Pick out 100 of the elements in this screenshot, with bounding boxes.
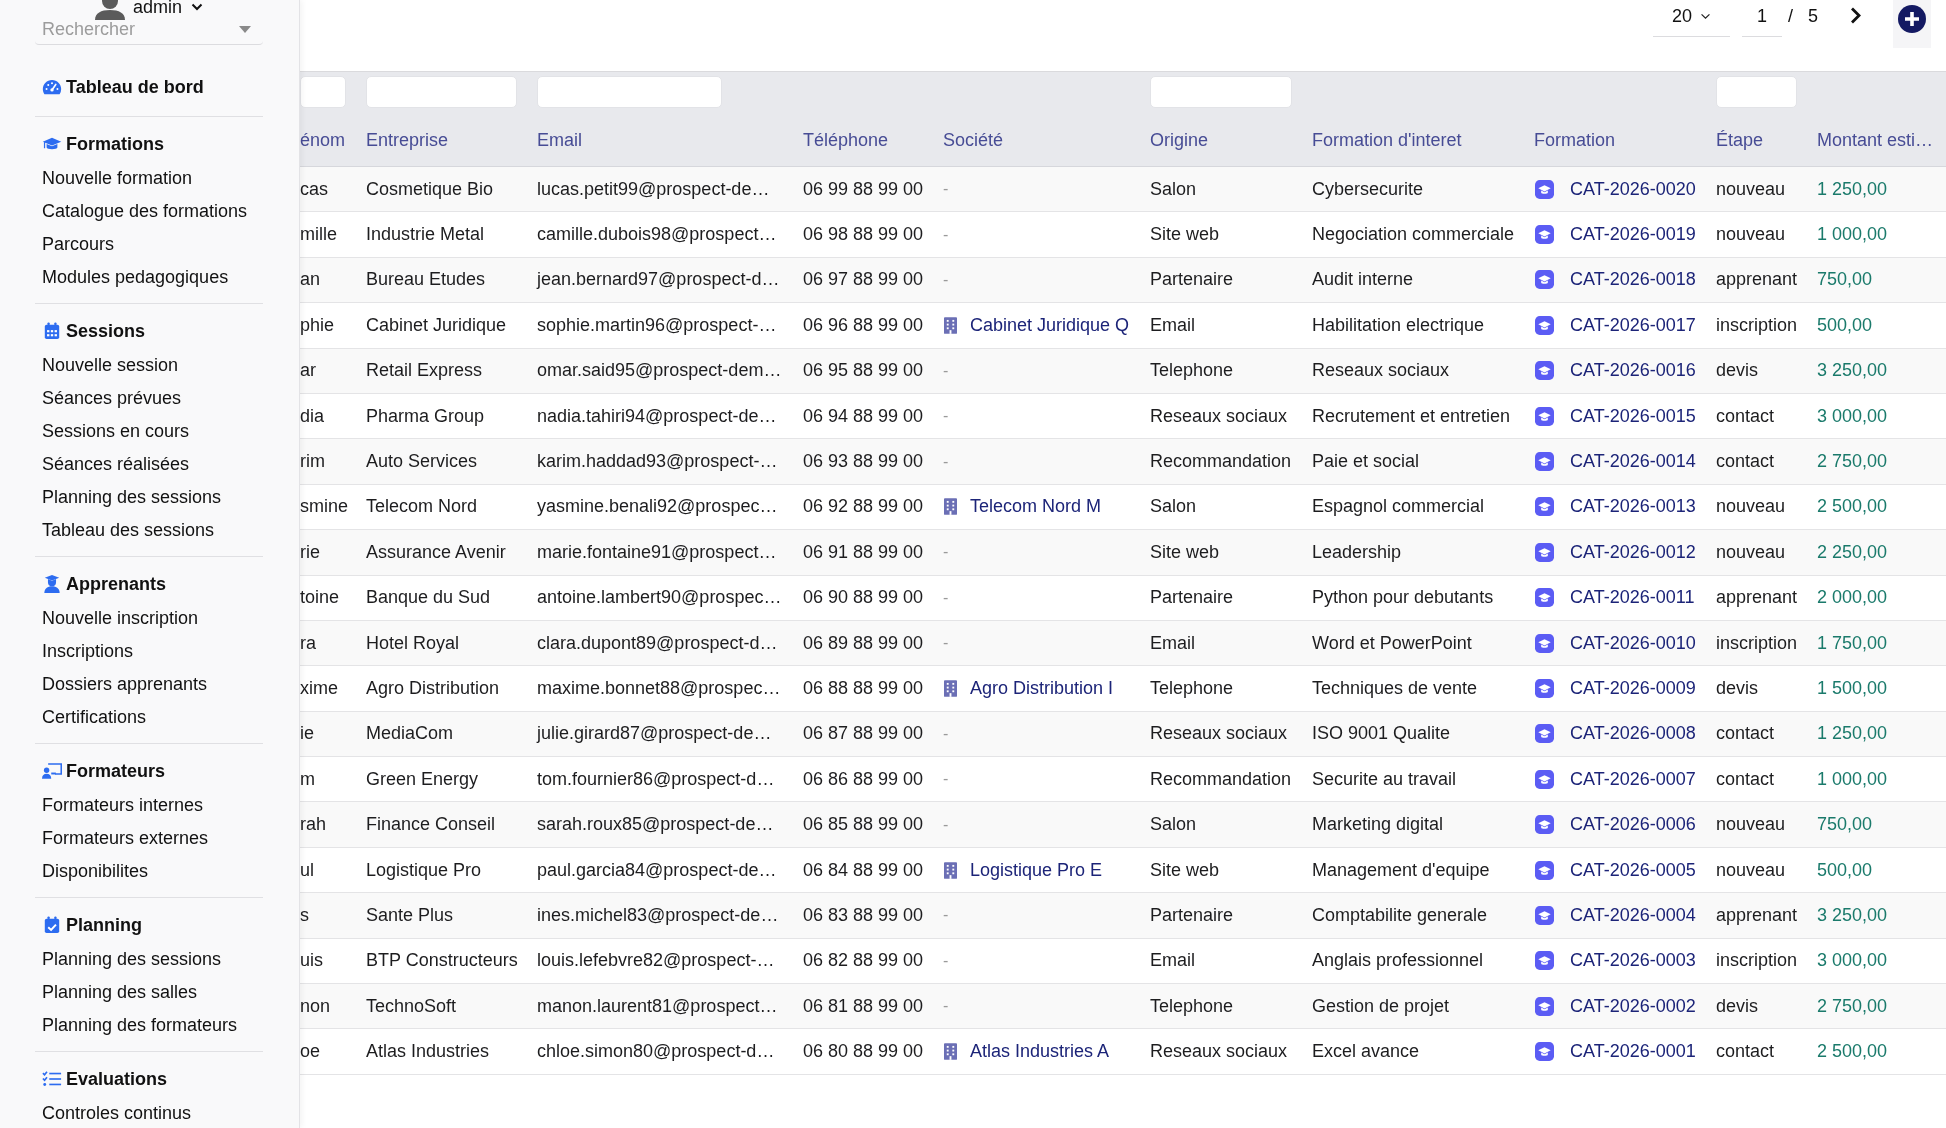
course-link[interactable]: CAT-2026-0015 xyxy=(1570,405,1696,427)
course-link[interactable]: CAT-2026-0003 xyxy=(1570,950,1696,972)
table-cell: Salon xyxy=(1150,814,1197,836)
sidebar-item[interactable]: Nouvelle inscription xyxy=(35,602,199,635)
course-link[interactable]: CAT-2026-0017 xyxy=(1570,314,1696,336)
company-link[interactable]: Telecom Nord M xyxy=(970,496,1102,518)
search-field[interactable]: Rechercher xyxy=(42,20,142,38)
table-cell: ie xyxy=(300,723,314,745)
section-title[interactable]: Planning xyxy=(66,914,142,936)
sidebar-item[interactable]: Sessions en cours xyxy=(35,415,190,448)
course-link[interactable]: CAT-2026-0012 xyxy=(1570,541,1696,563)
company-link[interactable]: Cabinet Juridique Q xyxy=(970,314,1130,336)
page-size-select[interactable]: 20 xyxy=(1652,0,1730,37)
sidebar-item[interactable]: Formateurs internes xyxy=(35,789,204,822)
course-link[interactable]: CAT-2026-0002 xyxy=(1570,995,1696,1017)
calendar-check-icon xyxy=(42,916,62,934)
table-cell: 06 91 88 99 00 xyxy=(803,541,924,563)
table-cell: 06 93 88 99 00 xyxy=(803,451,924,473)
filter-field[interactable] xyxy=(537,76,722,108)
column-header[interactable]: Origine xyxy=(1150,129,1209,151)
course-link[interactable]: CAT-2026-0018 xyxy=(1570,269,1696,291)
add-button[interactable] xyxy=(1893,0,1931,48)
sidebar-item[interactable]: Catalogue des formations xyxy=(35,195,248,228)
sidebar-item[interactable]: Planning des sessions xyxy=(35,943,222,976)
sidebar-item[interactable]: Controles continus xyxy=(35,1097,192,1128)
column-header[interactable]: Montant esti… xyxy=(1817,129,1934,151)
course-link[interactable]: CAT-2026-0016 xyxy=(1570,360,1696,382)
table-cell: Telephone xyxy=(1150,995,1234,1017)
table-cell: Pharma Group xyxy=(366,405,485,427)
table-cell: contact xyxy=(1716,768,1775,790)
table-cell: inscription xyxy=(1716,632,1798,654)
sidebar-item[interactable]: Planning des salles xyxy=(35,976,198,1009)
sidebar-item[interactable]: Planning des formateurs xyxy=(35,1009,238,1042)
sidebar-item[interactable]: Séances prévues xyxy=(35,382,182,415)
table-cell: 06 86 88 99 00 xyxy=(803,768,924,790)
table-cell: - xyxy=(943,407,949,426)
course-link[interactable]: CAT-2026-0009 xyxy=(1570,678,1696,699)
filter-field[interactable] xyxy=(1716,76,1797,108)
sidebar-item[interactable]: Parcours xyxy=(35,228,115,261)
table-cell: Atlas Industries xyxy=(366,1041,490,1063)
table-cell: tom.fournier86@prospect-d… xyxy=(537,768,775,790)
section-title[interactable]: Formateurs xyxy=(66,760,166,782)
course-link[interactable]: CAT-2026-0019 xyxy=(1570,224,1696,246)
table-cell: manon.laurent81@prospect… xyxy=(537,995,778,1017)
sidebar-item[interactable]: Disponibilites xyxy=(35,855,149,888)
course-link[interactable]: CAT-2026-0004 xyxy=(1570,904,1696,926)
column-header[interactable]: Société xyxy=(943,129,1004,151)
table-cell: Cybersecurite xyxy=(1312,178,1424,200)
course-link[interactable]: CAT-2026-0010 xyxy=(1570,632,1696,654)
course-link[interactable]: CAT-2026-0007 xyxy=(1570,768,1696,790)
column-header[interactable]: énom xyxy=(300,129,346,151)
section-title[interactable]: Formations xyxy=(66,133,164,155)
sidebar-item[interactable]: Tableau des sessions xyxy=(35,514,215,547)
filter-field[interactable] xyxy=(366,76,517,108)
section-title[interactable]: Tableau de bord xyxy=(66,76,204,98)
sidebar-item[interactable]: Modules pedagogiques xyxy=(35,261,229,294)
sidebar-item[interactable]: Dossiers apprenants xyxy=(35,668,208,701)
table-cell: 06 82 88 99 00 xyxy=(803,950,924,972)
company-link[interactable]: Agro Distribution I xyxy=(970,678,1114,699)
course-link[interactable]: CAT-2026-0005 xyxy=(1570,859,1696,881)
filter-field[interactable] xyxy=(300,76,346,108)
column-header[interactable]: Email xyxy=(537,129,582,151)
table-cell: toine xyxy=(300,587,340,609)
table-cell: Recommandation xyxy=(1150,768,1292,790)
section-title[interactable]: Apprenants xyxy=(66,573,166,595)
sidebar-item[interactable]: Formateurs externes xyxy=(35,822,209,855)
table-cell: devis xyxy=(1716,678,1759,699)
course-link[interactable]: CAT-2026-0008 xyxy=(1570,723,1696,745)
company-link[interactable]: Logistique Pro E xyxy=(970,859,1103,881)
sidebar-item[interactable]: Planning des sessions xyxy=(35,481,222,514)
plus-icon xyxy=(1898,5,1926,33)
course-link[interactable]: CAT-2026-0011 xyxy=(1570,587,1695,609)
column-header[interactable]: Téléphone xyxy=(803,129,889,151)
table-cell: oe xyxy=(300,1041,321,1063)
building-icon xyxy=(944,498,957,516)
page-input[interactable]: 1 xyxy=(1741,0,1782,37)
sidebar-item[interactable]: Nouvelle formation xyxy=(35,162,193,195)
sidebar-item[interactable]: Nouvelle session xyxy=(35,349,179,382)
sidebar-item[interactable]: Inscriptions xyxy=(35,635,134,668)
column-header[interactable]: Étape xyxy=(1716,129,1764,151)
column-header[interactable]: Entreprise xyxy=(366,129,449,151)
course-link[interactable]: CAT-2026-0014 xyxy=(1570,451,1696,473)
section-title[interactable]: Sessions xyxy=(66,320,146,342)
user-menu-button[interactable]: admin xyxy=(133,0,204,14)
column-header[interactable]: Formation xyxy=(1534,129,1616,151)
table-cell: Excel avance xyxy=(1312,1041,1420,1063)
table-cell: 1 250,00 xyxy=(1817,178,1888,200)
section-title[interactable]: Evaluations xyxy=(66,1068,168,1090)
course-link[interactable]: CAT-2026-0006 xyxy=(1570,814,1696,836)
sidebar-item[interactable]: Séances réalisées xyxy=(35,448,190,481)
table-cell: 06 87 88 99 00 xyxy=(803,723,924,745)
course-link[interactable]: CAT-2026-0020 xyxy=(1570,178,1696,200)
course-link[interactable]: CAT-2026-0013 xyxy=(1570,496,1696,518)
sidebar-item[interactable]: Certifications xyxy=(35,701,147,734)
column-header[interactable]: Formation d'interet xyxy=(1312,129,1462,151)
filter-field[interactable] xyxy=(1150,76,1292,108)
table-cell: 06 92 88 99 00 xyxy=(803,496,924,518)
table-cell: contact xyxy=(1716,1041,1775,1063)
course-link[interactable]: CAT-2026-0001 xyxy=(1570,1041,1696,1063)
company-link[interactable]: Atlas Industries A xyxy=(970,1041,1110,1063)
